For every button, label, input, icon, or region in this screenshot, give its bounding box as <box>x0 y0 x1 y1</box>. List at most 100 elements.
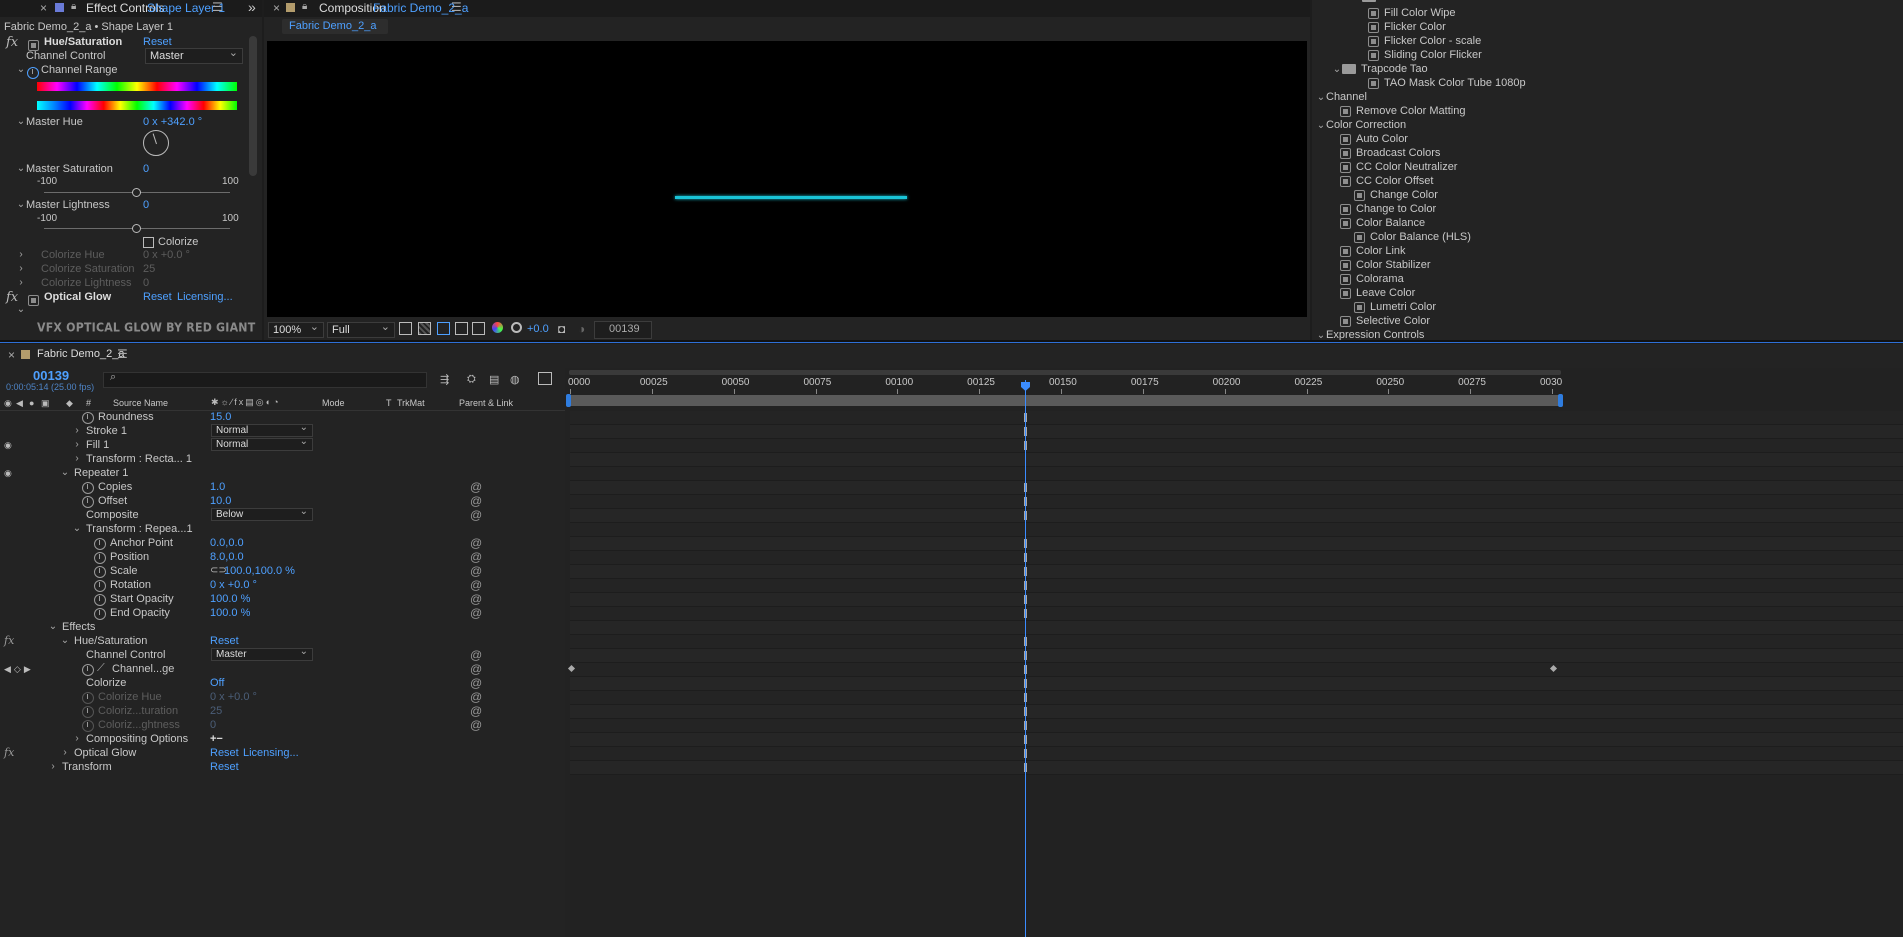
graph-editor-icon[interactable] <box>538 372 552 385</box>
tab-close-icon[interactable]: × <box>8 348 15 362</box>
color-management-icon[interactable] <box>511 322 522 333</box>
tab-close-icon[interactable]: × <box>40 1 47 15</box>
mode-select[interactable]: Normal <box>211 422 313 437</box>
property-marker[interactable] <box>1023 749 1027 758</box>
property-marker[interactable] <box>1023 665 1027 674</box>
chevron-down-icon[interactable]: ⌄ <box>16 64 26 75</box>
source-name-column-header[interactable]: Source Name <box>113 398 168 408</box>
pick-whip-icon[interactable]: @ <box>470 508 482 522</box>
stopwatch-icon[interactable] <box>82 691 94 705</box>
stopwatch-icon[interactable] <box>94 551 106 565</box>
master-hue-dial[interactable] <box>143 130 169 156</box>
chevron-down-icon[interactable]: ⌄ <box>60 466 70 480</box>
pick-whip-icon[interactable]: @ <box>470 564 482 578</box>
effect-item[interactable]: Color Stabilizer <box>1340 258 1431 272</box>
property-marker[interactable] <box>1023 763 1027 772</box>
grid-guides-icon[interactable] <box>472 322 485 335</box>
timeline-row[interactable]: › Transform Reset <box>0 760 565 774</box>
chevron-down-icon[interactable]: ⌄ <box>72 522 82 536</box>
stopwatch-icon[interactable] <box>94 607 106 621</box>
show-snapshot-icon[interactable]: ◑ <box>578 322 585 336</box>
pick-whip-icon[interactable]: @ <box>470 536 482 550</box>
timeline-row[interactable]: Scale ⊂⊃ 100.0,100.0 % @ <box>0 564 565 579</box>
property-value[interactable]: 0.0,0.0 <box>210 536 244 550</box>
optical-glow-licensing-link[interactable]: Licensing... <box>177 291 233 303</box>
trkmat-column-header[interactable]: TrkMat <box>397 398 425 408</box>
timeline-row[interactable]: ◉ ⌄ Repeater 1 <box>0 466 565 480</box>
stopwatch-icon[interactable] <box>82 495 94 509</box>
property-marker[interactable] <box>1023 595 1027 604</box>
label-header-icon[interactable]: ◆ <box>66 398 73 409</box>
work-area-start-handle[interactable] <box>566 394 571 407</box>
chevron-right-icon[interactable]: › <box>72 452 82 466</box>
property-value[interactable]: 8.0,0.0 <box>210 550 244 564</box>
effect-item[interactable]: Change Color <box>1354 188 1438 202</box>
preset-category[interactable]: ⌄Channel <box>1316 90 1367 105</box>
panel-menu-icon[interactable]: ☰ <box>451 0 462 14</box>
property-marker[interactable] <box>1023 609 1027 618</box>
property-value[interactable]: 100.0 % <box>210 606 250 620</box>
resolution-select[interactable]: Full <box>327 320 395 338</box>
effect-item[interactable]: Remove Color Matting <box>1340 104 1465 118</box>
timeline-row[interactable]: › Stroke 1 Normal <box>0 422 565 438</box>
property-marker[interactable] <box>1023 553 1027 562</box>
keyframe-navigator[interactable]: ◀◇▶ <box>4 662 34 676</box>
panel-menu-icon[interactable]: ☰ <box>212 0 223 14</box>
current-time-field[interactable]: 00139 <box>594 321 652 339</box>
effect-item[interactable]: Color Balance (HLS) <box>1354 230 1471 244</box>
property-value[interactable]: 100.0,100.0 % <box>224 564 295 578</box>
fx-icon[interactable]: fx <box>4 746 14 760</box>
property-value[interactable]: Reset <box>210 634 239 648</box>
timeline-row[interactable]: › Compositing Options +− <box>0 732 565 746</box>
lock-icon[interactable]: 🔒︎ <box>71 1 76 12</box>
property-marker[interactable] <box>1023 413 1027 422</box>
mask-visibility-icon[interactable] <box>437 322 450 335</box>
color-channels-icon[interactable] <box>492 322 503 333</box>
pick-whip-icon[interactable]: @ <box>470 704 482 718</box>
visibility-eye-icon[interactable]: ◉ <box>4 466 12 480</box>
property-value[interactable]: 0 <box>210 718 216 732</box>
optical-glow-effect-name[interactable]: Optical Glow <box>44 291 111 303</box>
effect-item[interactable]: Auto Color <box>1340 132 1408 146</box>
pick-whip-icon[interactable]: @ <box>470 662 482 676</box>
timeline-row[interactable]: Copies 1.0 @ <box>0 480 565 495</box>
effect-item[interactable]: Flicker Color - scale <box>1368 34 1481 48</box>
stopwatch-icon[interactable] <box>94 565 106 579</box>
stopwatch-icon[interactable] <box>82 663 94 677</box>
fast-preview-icon[interactable] <box>399 322 412 335</box>
property-marker[interactable] <box>1023 721 1027 730</box>
effect-item[interactable]: Color Balance <box>1340 216 1425 230</box>
stopwatch-icon[interactable] <box>27 65 39 79</box>
stopwatch-icon[interactable] <box>94 593 106 607</box>
zoom-select[interactable]: 100% <box>268 320 324 338</box>
property-marker[interactable] <box>1023 581 1027 590</box>
property-marker[interactable] <box>1023 427 1027 436</box>
timeline-row[interactable]: ⌄ Transform : Repea...1 <box>0 522 565 536</box>
stopwatch-icon[interactable] <box>82 705 94 719</box>
hue-sat-reset-button[interactable]: Reset <box>143 36 172 48</box>
mode-select[interactable]: Below <box>211 506 313 521</box>
work-area-bar[interactable] <box>569 395 1561 406</box>
effect-item[interactable]: Selective Color <box>1340 314 1430 328</box>
optical-glow-reset-button[interactable]: Reset <box>143 291 172 303</box>
exposure-value[interactable]: +0.0 <box>527 323 549 335</box>
timeline-row[interactable]: ◉ › Fill 1 Normal <box>0 436 565 452</box>
fx-toggle[interactable]: fx <box>6 35 18 50</box>
property-marker[interactable] <box>1023 539 1027 548</box>
chevron-right-icon[interactable]: › <box>16 263 26 274</box>
parent-link-column-header[interactable]: Parent & Link <box>459 398 513 408</box>
property-value[interactable]: Off <box>210 676 224 690</box>
mode-column-header[interactable]: Mode <box>322 398 345 408</box>
chevron-down-icon[interactable]: ⌄ <box>1332 63 1342 77</box>
frame-blending-icon[interactable]: ◍ <box>510 373 520 386</box>
work-area-end-handle[interactable] <box>1558 394 1563 407</box>
graph-icon[interactable]: ⟋ <box>97 661 105 675</box>
chevron-right-icon[interactable]: › <box>72 424 82 438</box>
timeline-row[interactable]: ⌄ Effects <box>0 620 565 634</box>
effect-item[interactable]: Fill Color Wipe <box>1368 6 1456 20</box>
timeline-row[interactable]: Offset 10.0 @ <box>0 494 565 509</box>
property-value[interactable]: +− <box>210 732 223 746</box>
draft-3d-icon[interactable]: ⛭ <box>467 373 476 386</box>
video-toggle-header-icon[interactable]: ◉ <box>4 398 12 409</box>
transparency-grid-icon[interactable] <box>418 322 431 335</box>
